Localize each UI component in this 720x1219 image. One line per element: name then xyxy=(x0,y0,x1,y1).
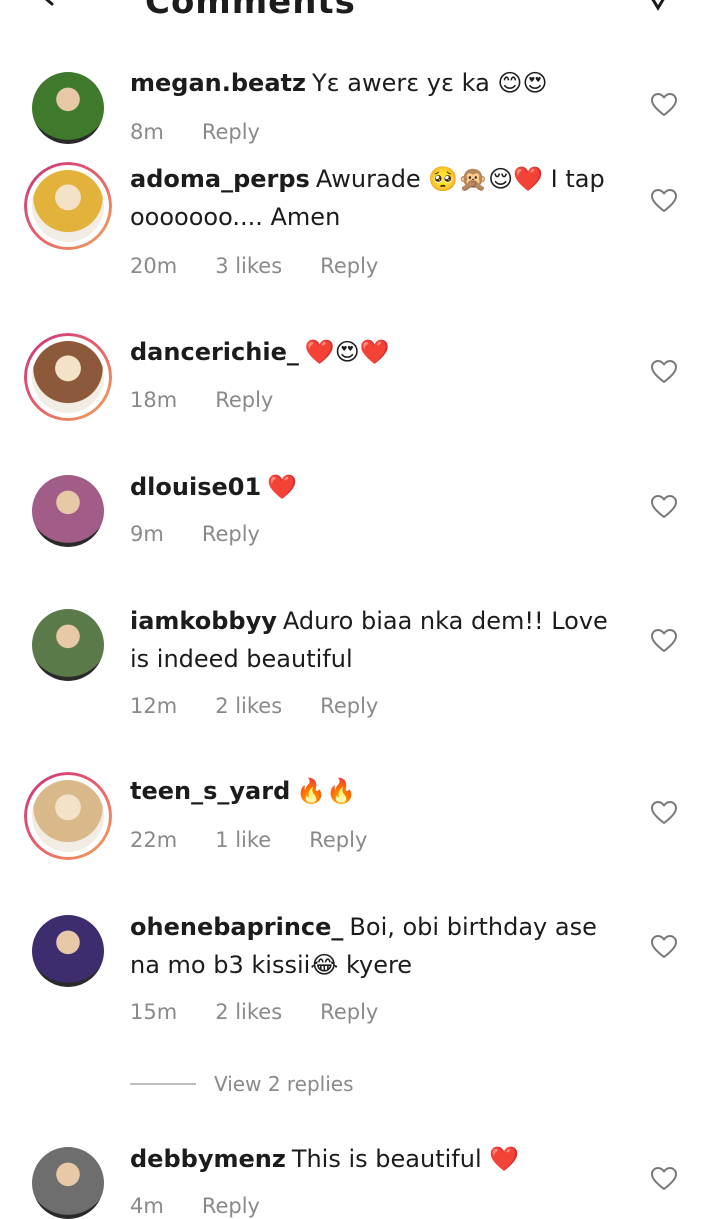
comment-username[interactable]: ohenebaprince_ xyxy=(130,913,343,941)
heart-icon[interactable] xyxy=(651,935,677,959)
page-title: Comments xyxy=(145,0,356,22)
comment-text: Yɛ awerɛ yɛ ka 😊😍 xyxy=(311,69,548,97)
view-replies-button[interactable]: View 2 replies xyxy=(130,1072,354,1096)
comment-timestamp: 15m xyxy=(130,1000,178,1024)
comment-meta: 18m Reply xyxy=(130,388,273,412)
reply-button[interactable]: Reply xyxy=(320,254,378,278)
comment-username[interactable]: megan.beatz xyxy=(130,69,306,97)
avatar[interactable] xyxy=(32,475,104,547)
comment-text: This is beautiful ❤️ xyxy=(291,1145,520,1173)
heart-icon[interactable] xyxy=(651,360,677,384)
comment-body: iamkobbyy Aduro biaa nka dem!! Love is in… xyxy=(130,602,625,678)
reply-button[interactable]: Reply xyxy=(309,828,367,852)
avatar[interactable] xyxy=(32,915,104,987)
chevron-down-icon[interactable] xyxy=(642,0,674,14)
comment-meta: 22m 1 like Reply xyxy=(130,828,367,852)
comment-text: 🔥🔥 xyxy=(296,777,357,805)
comment-meta: 12m 2 likes Reply xyxy=(130,694,378,718)
comment-username[interactable]: teen_s_yard xyxy=(130,777,290,805)
comment-likes[interactable]: 2 likes xyxy=(215,694,282,718)
comment-body: teen_s_yard 🔥🔥 xyxy=(130,772,625,810)
reply-button[interactable]: Reply xyxy=(202,522,260,546)
heart-icon[interactable] xyxy=(651,93,677,117)
reply-button[interactable]: Reply xyxy=(202,120,260,144)
comment-username[interactable]: iamkobbyy xyxy=(130,607,277,635)
comment-text: ❤️ xyxy=(267,473,298,501)
view-replies-label: View 2 replies xyxy=(214,1072,354,1096)
reply-button[interactable]: Reply xyxy=(202,1194,260,1218)
comment-timestamp: 8m xyxy=(130,120,164,144)
comment-body: adoma_perps Awurade 🥺🙊😌❤️ I tap ooooooo..… xyxy=(130,160,625,236)
comment-timestamp: 18m xyxy=(130,388,178,412)
comment-body: debbymenz This is beautiful ❤️ xyxy=(130,1140,625,1178)
comment-username[interactable]: adoma_perps xyxy=(130,165,310,193)
comment-timestamp: 9m xyxy=(130,522,164,546)
comment-likes[interactable]: 1 like xyxy=(215,828,271,852)
avatar[interactable] xyxy=(32,609,104,681)
comments-header: Comments xyxy=(0,0,720,26)
comment-body: megan.beatz Yɛ awerɛ yɛ ka 😊😍 xyxy=(130,64,625,102)
comment-body: dlouise01 ❤️ xyxy=(130,468,625,506)
heart-icon[interactable] xyxy=(651,495,677,519)
reply-button[interactable]: Reply xyxy=(320,694,378,718)
divider xyxy=(130,1083,196,1085)
comment-likes[interactable]: 2 likes xyxy=(215,1000,282,1024)
comment-meta: 15m 2 likes Reply xyxy=(130,1000,378,1024)
comment-meta: 9m Reply xyxy=(130,522,260,546)
comment-body: ohenebaprince_ Boi, obi birthday ase na m… xyxy=(130,908,625,984)
comment-meta: 8m Reply xyxy=(130,120,260,144)
comment-meta: 20m 3 likes Reply xyxy=(130,254,378,278)
comment-text: ❤️😍❤️ xyxy=(304,338,390,366)
comment-timestamp: 22m xyxy=(130,828,178,852)
avatar[interactable] xyxy=(24,772,112,860)
heart-icon[interactable] xyxy=(651,629,677,653)
avatar[interactable] xyxy=(24,162,112,250)
comment-timestamp: 20m xyxy=(130,254,178,278)
comment-likes[interactable]: 3 likes xyxy=(215,254,282,278)
comment-timestamp: 4m xyxy=(130,1194,164,1218)
comment-body: dancerichie_ ❤️😍❤️ xyxy=(130,333,625,371)
heart-icon[interactable] xyxy=(651,189,677,213)
comment-timestamp: 12m xyxy=(130,694,178,718)
avatar-image xyxy=(32,341,104,413)
avatar-image xyxy=(32,780,104,852)
comment-meta: 4m Reply xyxy=(130,1194,260,1218)
reply-button[interactable]: Reply xyxy=(215,388,273,412)
avatar-image xyxy=(32,170,104,242)
avatar[interactable] xyxy=(24,333,112,421)
comment-username[interactable]: dlouise01 xyxy=(130,473,261,501)
heart-icon[interactable] xyxy=(651,1167,677,1191)
comment-username[interactable]: debbymenz xyxy=(130,1145,286,1173)
avatar[interactable] xyxy=(32,72,104,144)
heart-icon[interactable] xyxy=(651,801,677,825)
reply-button[interactable]: Reply xyxy=(320,1000,378,1024)
avatar[interactable] xyxy=(32,1147,104,1219)
back-arrow-icon[interactable] xyxy=(30,0,82,18)
comment-username[interactable]: dancerichie_ xyxy=(130,338,299,366)
